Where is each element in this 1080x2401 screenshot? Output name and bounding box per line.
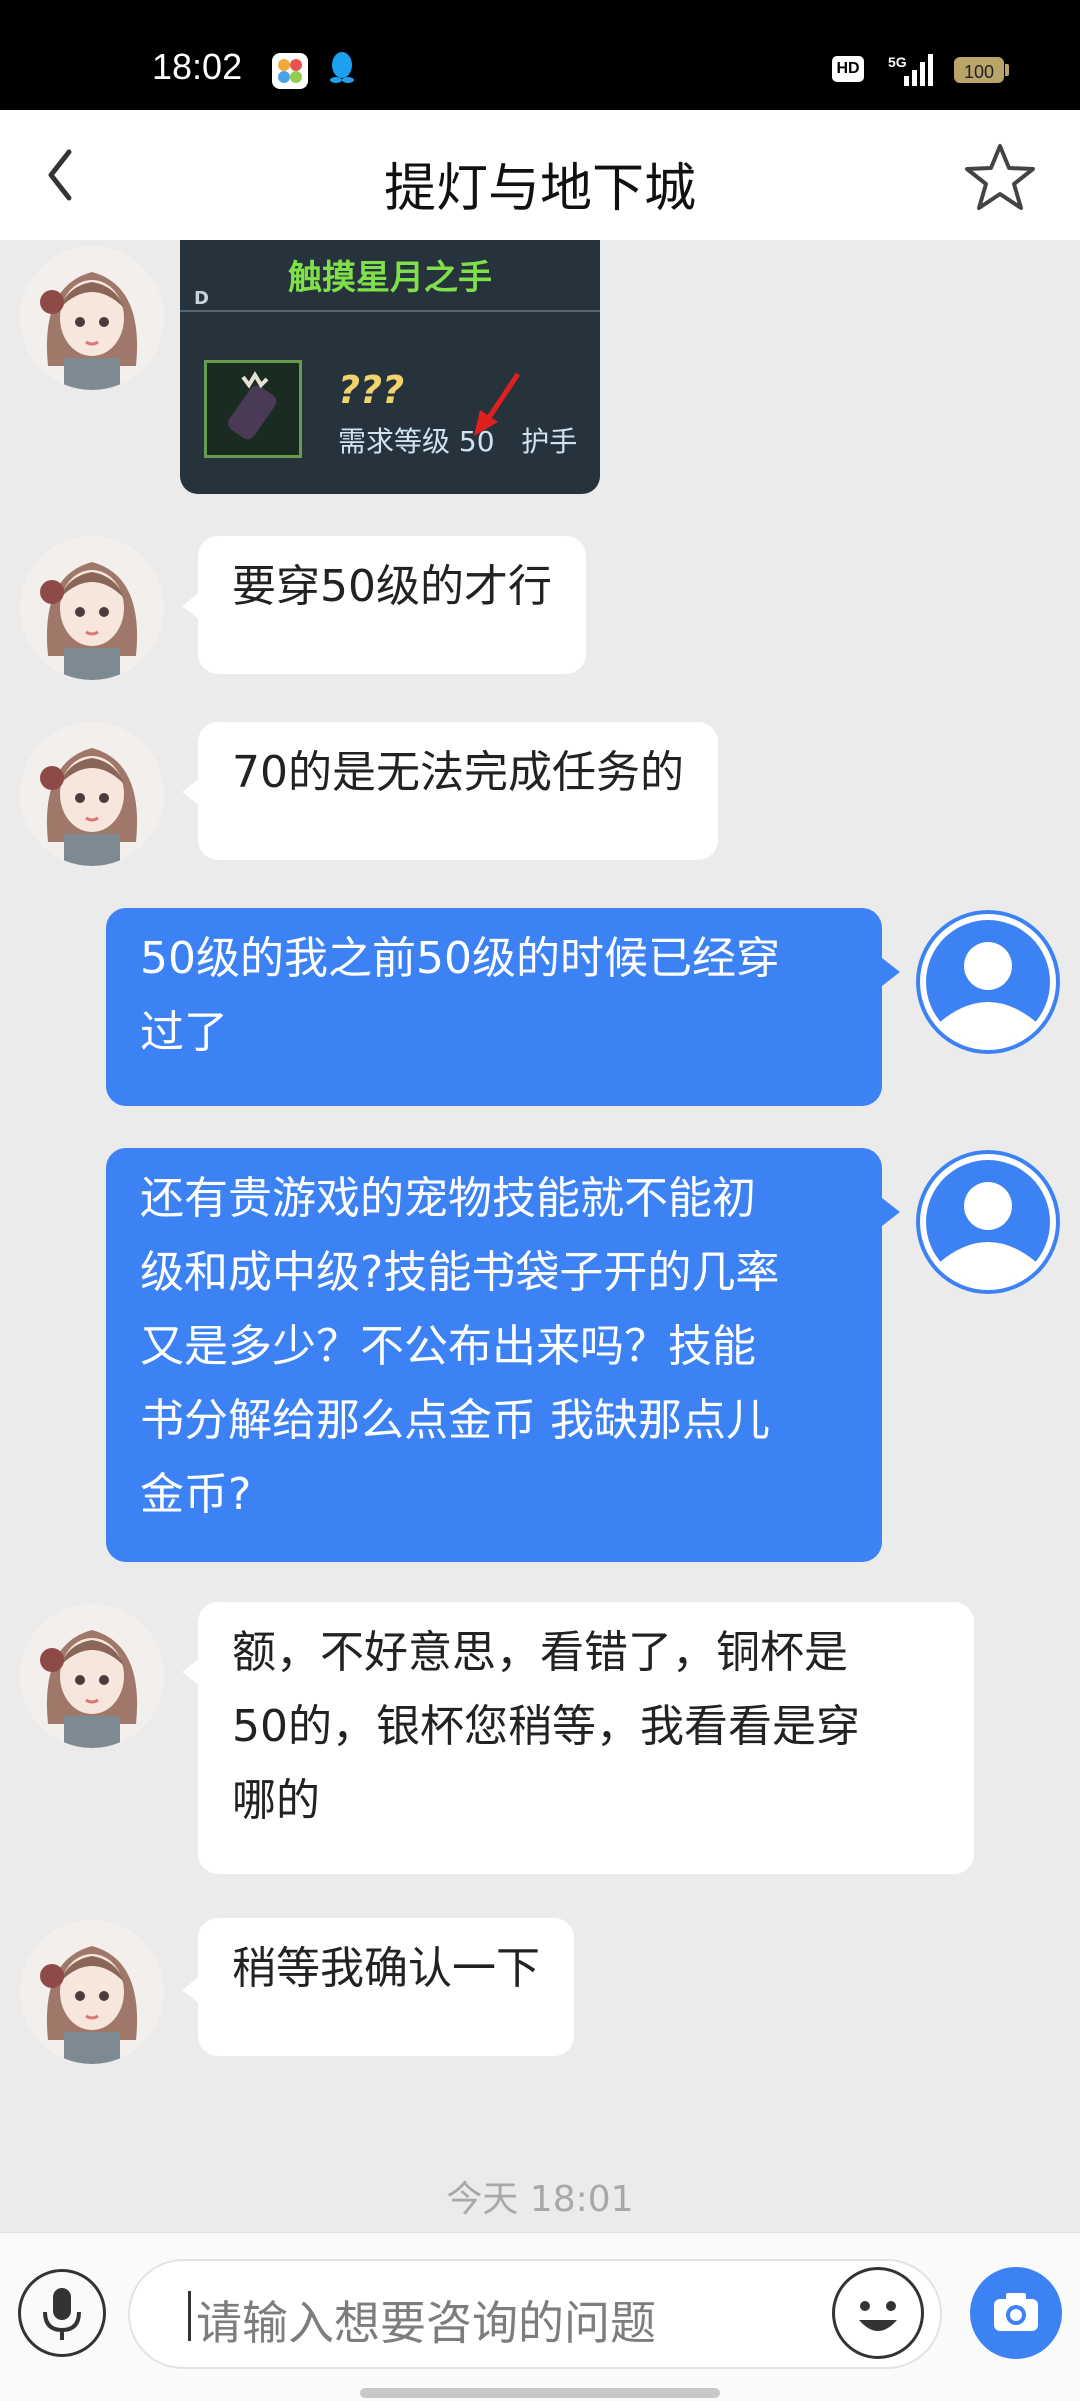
- qq-penguin-icon: [330, 52, 354, 83]
- voice-input-button[interactable]: [18, 2269, 106, 2357]
- message-bubble[interactable]: 稍等我确认一下: [198, 1918, 574, 2056]
- status-time: 18:02: [152, 46, 243, 87]
- network-label: 5G: [888, 54, 907, 70]
- message-bubble[interactable]: 50级的我之前50级的时候已经穿 过了: [106, 908, 882, 1106]
- input-placeholder: 请输入想要咨询的问题: [196, 2296, 656, 2350]
- photos-app-icon: [272, 53, 308, 89]
- item-slot: 护手: [521, 425, 578, 458]
- agent-avatar[interactable]: [20, 1604, 164, 1748]
- chat-list[interactable]: 触摸星月之手 D ??? 需求等级 50 护手 要穿50级的才行 70的是无法完…: [0, 240, 1080, 2230]
- person-silhouette-icon: [920, 1154, 1056, 1290]
- battery-icon: 100: [954, 57, 1004, 83]
- message-bubble[interactable]: 额，不好意思，看错了，铜杯是 50的，银杯您稍等，我看看是穿 哪的: [198, 1602, 974, 1874]
- chat-header: 提灯与地下城: [0, 110, 1080, 240]
- star-outline-icon: [965, 144, 1035, 210]
- text-caret: [188, 2291, 191, 2341]
- girl-avatar-icon: [20, 1920, 164, 2064]
- hd-badge: HD: [832, 56, 864, 82]
- agent-avatar[interactable]: [20, 722, 164, 866]
- message-bubble[interactable]: 70的是无法完成任务的: [198, 722, 718, 860]
- unknown-stat: ???: [338, 368, 405, 412]
- status-bar: 18:02 HD 5G 100: [0, 0, 1080, 110]
- item-grade: D: [194, 288, 209, 309]
- message-bubble[interactable]: 还有贵游戏的宠物技能就不能初 级和成中级?技能书袋子开的几率 又是多少？不公布出…: [106, 1148, 882, 1562]
- user-avatar[interactable]: [916, 910, 1060, 1054]
- microphone-icon: [43, 2288, 81, 2340]
- message-bubble[interactable]: 要穿50级的才行: [198, 536, 586, 674]
- item-requirement-row: 需求等级 50 护手: [338, 420, 577, 460]
- girl-avatar-icon: [20, 722, 164, 866]
- red-arrow-icon: [474, 372, 521, 436]
- divider: [180, 310, 600, 312]
- page-title: 提灯与地下城: [383, 159, 696, 219]
- favorite-button[interactable]: [962, 140, 1038, 216]
- gauntlet-icon: [204, 360, 302, 458]
- message-input[interactable]: 请输入想要咨询的问题: [128, 2259, 942, 2369]
- item-name: 触摸星月之手: [288, 258, 492, 298]
- input-bar: 请输入想要咨询的问题: [0, 2232, 1080, 2401]
- game-screenshot-image[interactable]: 触摸星月之手 D ??? 需求等级 50 护手: [180, 240, 600, 494]
- user-avatar[interactable]: [916, 1150, 1060, 1294]
- emoji-button[interactable]: [832, 2267, 924, 2359]
- girl-avatar-icon: [20, 246, 164, 390]
- bubble-tail: [882, 1198, 900, 1226]
- smiley-face-icon: [859, 2301, 897, 2331]
- camera-icon: [994, 2293, 1038, 2331]
- battery-tip: [1005, 64, 1009, 76]
- agent-avatar[interactable]: [20, 246, 164, 390]
- home-indicator[interactable]: [360, 2388, 720, 2398]
- agent-avatar[interactable]: [20, 536, 164, 680]
- girl-avatar-icon: [20, 536, 164, 680]
- bubble-tail: [882, 958, 900, 986]
- camera-button[interactable]: [970, 2267, 1062, 2359]
- girl-avatar-icon: [20, 1604, 164, 1748]
- agent-avatar[interactable]: [20, 1920, 164, 2064]
- person-silhouette-icon: [920, 914, 1056, 1050]
- chat-timestamp: 今天 18:01: [446, 2179, 634, 2220]
